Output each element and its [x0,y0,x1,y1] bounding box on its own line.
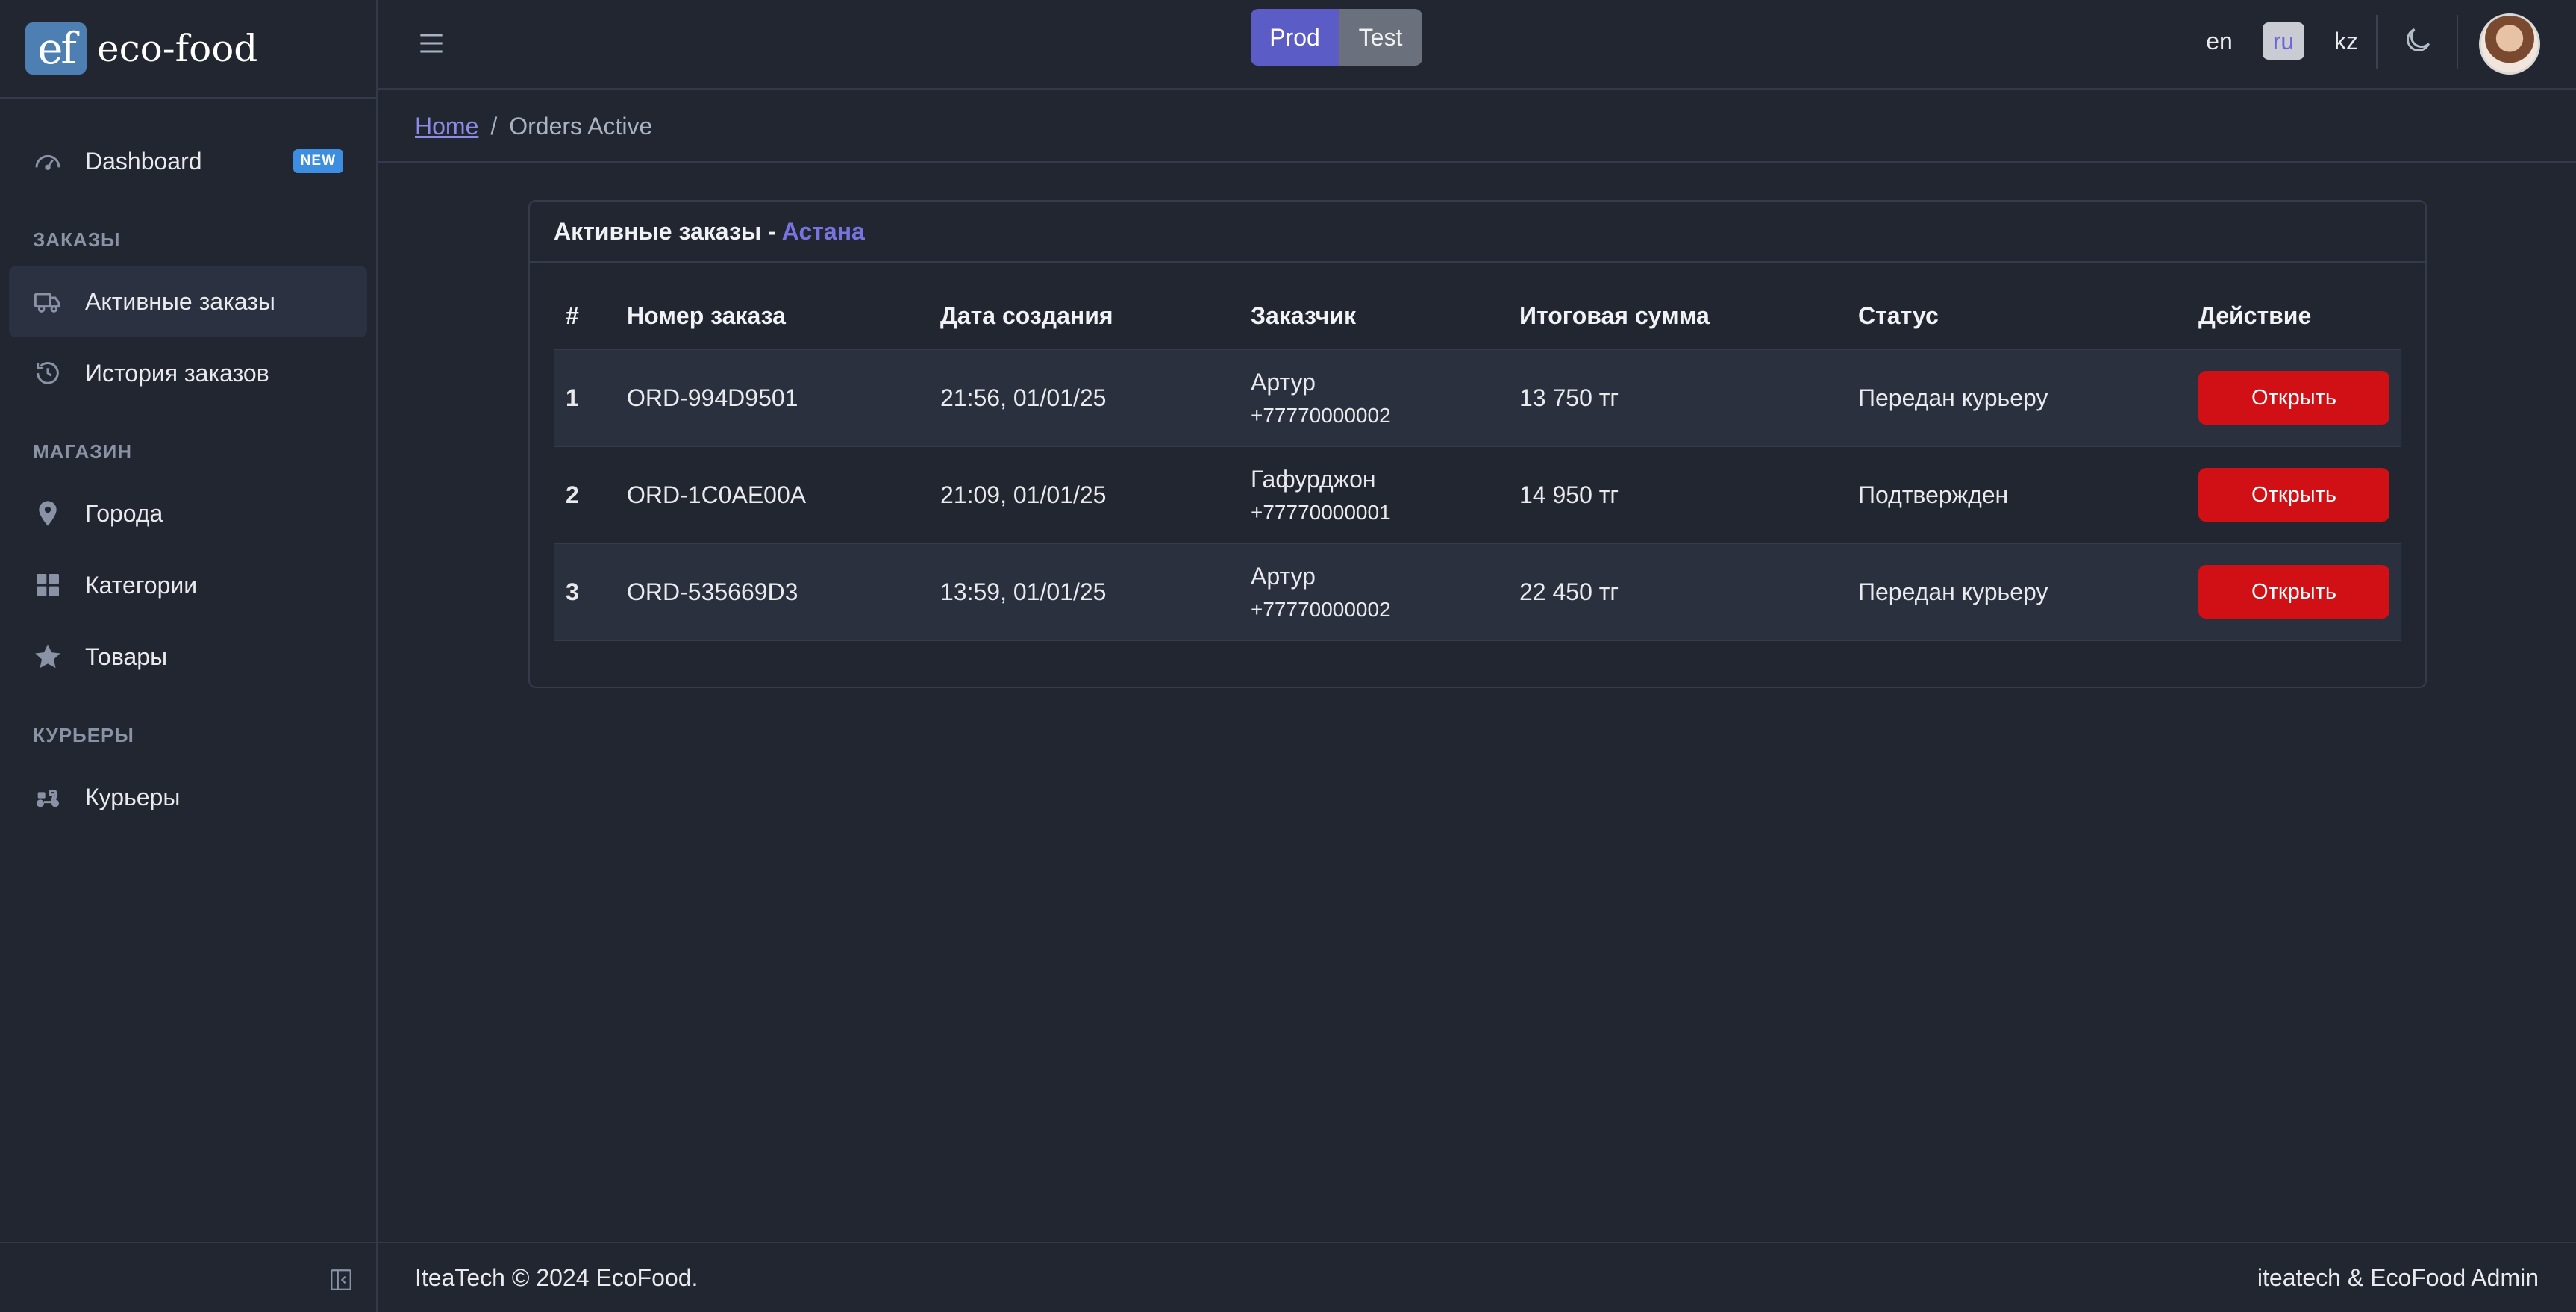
order-status: Подтвержден [1846,446,2186,544]
column-header: Заказчик [1239,284,1507,350]
truck-icon [33,287,63,316]
sidebar-item-label: Города [85,499,163,527]
customer-name: Гафурджон [1251,465,1376,493]
sidebar-item-couriers[interactable]: Курьеры [9,761,367,833]
order-status: Передан курьеру [1846,543,2186,641]
footer-copyright: IteaTech © 2024 EcoFood. [415,1263,698,1291]
card-header: Активные заказы - Астана [530,202,2425,263]
table-row: 2 ORD-1C0AE00A 21:09, 01/01/25 Гафурджон… [554,446,2401,544]
action-cell: Открыть [2186,543,2401,641]
table-header-row: # Номер заказа Дата создания Заказчик Ит… [554,284,2401,350]
orders-table: # Номер заказа Дата создания Заказчик Ит… [554,284,2401,641]
sidebar-item-label: История заказов [85,359,269,387]
top-header: Prod Test en ru kz [378,0,2576,90]
open-order-button[interactable]: Открыть [2198,565,2389,619]
environment-switch: Prod Test [1251,9,1422,66]
customer-phone: +77770000002 [1251,597,1391,621]
sidebar-item-label: Активные заказы [85,287,275,315]
new-badge: NEW [293,149,343,173]
open-order-button[interactable]: Открыть [2198,371,2389,425]
sidebar-item-label: Категории [85,571,198,599]
grid-icon [33,570,63,600]
star-icon [33,642,63,672]
table-row: 3 ORD-535669D3 13:59, 01/01/25 Артур +77… [554,543,2401,641]
order-number: ORD-1C0AE00A [615,446,928,544]
sidebar-item-active-orders[interactable]: Активные заказы [9,266,367,337]
sidebar-item-categories[interactable]: Категории [9,549,367,621]
footer-credit: iteatech & EcoFood Admin [2257,1263,2539,1291]
action-cell: Открыть [2186,446,2401,544]
order-date: 21:56, 01/01/25 [928,349,1239,447]
order-number: ORD-535669D3 [615,543,928,641]
row-index: 1 [554,349,615,447]
sidebar-item-cities[interactable]: Города [9,478,367,549]
open-order-button[interactable]: Открыть [2198,468,2389,522]
section-title-couriers: КУРЬЕРЫ [33,724,134,746]
customer-cell: Артур +77770000002 [1239,543,1507,641]
app-root: ef eco-food Dashboard NEW ЗАКАЗЫ Активны… [0,0,2576,1312]
customer-phone: +77770000002 [1251,403,1391,427]
breadcrumb: Home / Orders Active [378,91,2576,163]
lang-en-button[interactable]: en [2198,22,2240,60]
header-divider [2457,15,2458,69]
sidebar-item-dashboard[interactable]: Dashboard NEW [9,125,367,197]
column-header: Итоговая сумма [1507,284,1846,350]
customer-name: Артур [1251,368,1316,396]
sidebar-item-order-history[interactable]: История заказов [9,337,367,409]
moon-icon[interactable] [2401,24,2434,57]
brand[interactable]: ef eco-food [0,0,376,99]
section-title-shop: МАГАЗИН [33,440,133,463]
speedometer-icon [33,146,63,176]
order-total: 22 450 тг [1507,543,1846,641]
row-index: 3 [554,543,615,641]
section-title-orders: ЗАКАЗЫ [33,228,121,251]
breadcrumb-current: Orders Active [509,112,653,140]
order-date: 21:09, 01/01/25 [928,446,1239,544]
column-header: # [554,284,615,350]
sidebar-footer [0,1242,376,1312]
avatar[interactable] [2479,13,2540,75]
column-header: Статус [1846,284,2186,350]
order-number: ORD-994D9501 [615,349,928,447]
sidebar: ef eco-food Dashboard NEW ЗАКАЗЫ Активны… [0,0,378,1312]
sidebar-item-products[interactable]: Товары [9,621,367,693]
sidebar-item-label: Dashboard [85,147,202,175]
sidebar-collapse-icon[interactable] [328,1267,354,1293]
env-prod-button[interactable]: Prod [1251,9,1339,66]
scooter-icon [33,782,63,812]
brand-logo: ef [25,22,87,75]
action-cell: Открыть [2186,349,2401,447]
lang-kz-button[interactable]: kz [2325,22,2367,60]
row-index: 2 [554,446,615,544]
card-title: Активные заказы - [554,217,776,245]
breadcrumb-home-link[interactable]: Home [415,113,478,140]
env-test-button[interactable]: Test [1339,9,1422,66]
header-divider [2376,15,2378,69]
sidebar-item-label: Товары [85,643,168,670]
customer-cell: Гафурджон +77770000001 [1239,446,1507,544]
history-icon [33,358,63,388]
order-date: 13:59, 01/01/25 [928,543,1239,641]
brand-name: eco-food [97,27,258,70]
breadcrumb-separator: / [490,112,498,140]
column-header: Дата создания [928,284,1239,350]
order-total: 13 750 тг [1507,349,1846,447]
sidebar-item-label: Курьеры [85,783,181,810]
order-status: Передан курьеру [1846,349,2186,447]
customer-cell: Артур +77770000002 [1239,349,1507,447]
card-city: Астана [781,217,865,245]
customer-name: Артур [1251,562,1316,590]
menu-toggle-icon[interactable] [415,27,448,60]
column-header: Номер заказа [615,284,928,350]
lang-ru-button[interactable]: ru [2263,22,2304,60]
page-footer: IteaTech © 2024 EcoFood. iteatech & EcoF… [378,1242,2576,1312]
sidebar-nav: Dashboard NEW ЗАКАЗЫ Активные заказы Ист… [0,99,376,833]
customer-phone: +77770000001 [1251,500,1391,524]
active-orders-card: Активные заказы - Астана # Номер заказа … [528,200,2427,688]
order-total: 14 950 тг [1507,446,1846,544]
table-row: 1 ORD-994D9501 21:56, 01/01/25 Артур +77… [554,349,2401,447]
location-pin-icon [33,499,63,528]
column-header: Действие [2186,284,2401,350]
